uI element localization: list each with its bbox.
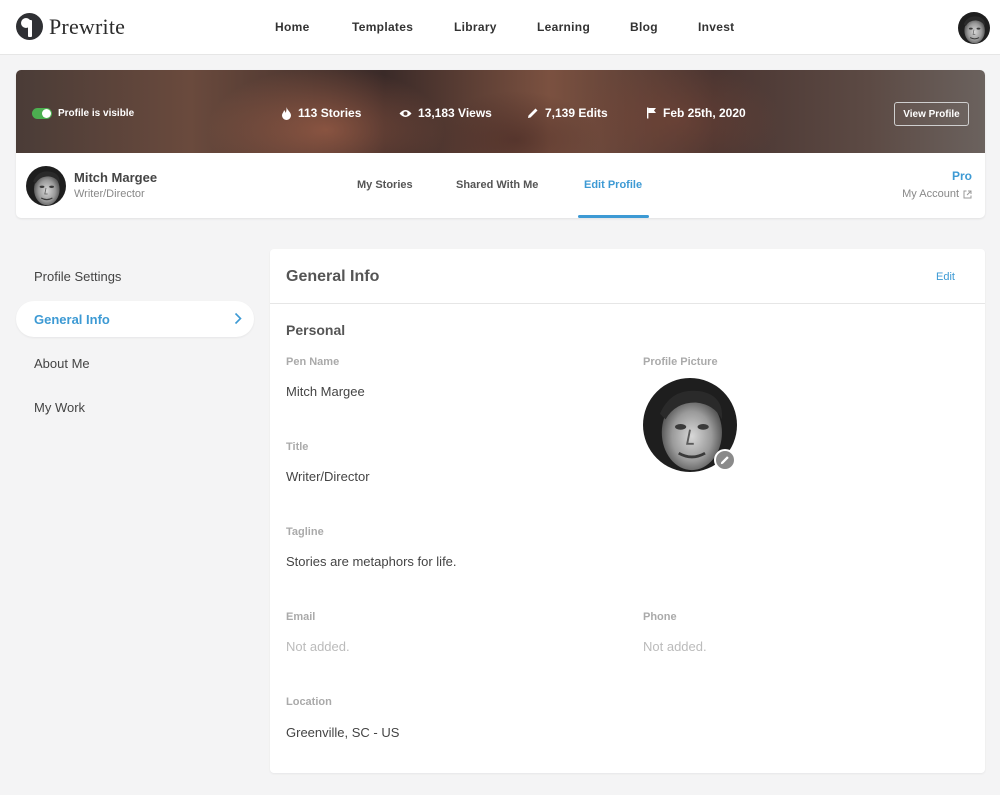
panel-title: General Info xyxy=(286,268,380,285)
profile-picture-label: Profile Picture xyxy=(643,356,718,368)
sidebar-item-label: About Me xyxy=(34,355,90,371)
plan-badge[interactable]: Pro xyxy=(952,169,972,183)
top-navbar: Prewrite Home Templates Library Learning… xyxy=(0,0,1000,55)
view-profile-button[interactable]: View Profile xyxy=(894,102,969,126)
eye-icon xyxy=(399,109,412,117)
general-info-panel: General Info Edit Personal Pen Name Mitc… xyxy=(270,249,985,773)
logo[interactable]: Prewrite xyxy=(16,13,125,40)
profile-avatar xyxy=(26,166,66,206)
nav-library[interactable]: Library xyxy=(454,20,497,34)
active-tab-indicator xyxy=(578,215,649,218)
sidebar-item-label: My Work xyxy=(34,399,86,415)
tagline-label: Tagline xyxy=(286,526,324,538)
logo-text: Prewrite xyxy=(49,13,126,39)
stat-stories: 113 Stories xyxy=(281,106,361,120)
edit-button[interactable]: Edit xyxy=(936,271,955,283)
my-account-label: My Account xyxy=(902,188,959,200)
user-avatar[interactable] xyxy=(958,12,990,44)
phone-value: Not added. xyxy=(643,639,707,654)
pen-name-label: Pen Name xyxy=(286,356,340,368)
nav-home[interactable]: Home xyxy=(275,20,310,34)
profile-picture xyxy=(643,378,737,472)
profile-header-card: Profile is visible 113 Stories 13,183 Vi… xyxy=(16,70,985,218)
prewrite-logo-icon xyxy=(16,13,43,40)
location-value: Greenville, SC - US xyxy=(286,725,400,740)
avatar-image xyxy=(26,166,66,206)
stat-joined: Feb 25th, 2020 xyxy=(646,106,746,120)
nav-invest[interactable]: Invest xyxy=(698,20,734,34)
chevron-right-icon xyxy=(234,312,242,325)
pencil-icon xyxy=(528,108,538,118)
email-label: Email xyxy=(286,611,316,623)
location-label: Location xyxy=(286,696,332,708)
profile-name: Mitch Margee xyxy=(74,170,158,185)
tab-edit-profile[interactable]: Edit Profile xyxy=(584,179,642,191)
views-count: 13,183 Views xyxy=(418,106,492,120)
title-label: Title xyxy=(286,441,309,453)
external-link-icon xyxy=(963,190,972,198)
my-account-link[interactable]: My Account xyxy=(902,188,972,200)
edits-count: 7,139 Edits xyxy=(545,106,608,120)
pen-name-value: Mitch Margee xyxy=(286,384,365,399)
phone-label: Phone xyxy=(643,611,677,623)
flag-icon xyxy=(647,107,656,119)
nav-links: Home Templates Library Learning Blog Inv… xyxy=(0,0,1000,55)
sidebar-item-profile-settings[interactable]: Profile Settings xyxy=(16,258,254,294)
sidebar-item-label: General Info xyxy=(34,311,110,327)
section-title: Personal xyxy=(286,322,346,338)
visibility-toggle[interactable] xyxy=(32,108,52,119)
pencil-icon xyxy=(720,456,729,465)
nav-blog[interactable]: Blog xyxy=(630,20,658,34)
sidebar-item-general-info[interactable]: General Info xyxy=(16,301,254,337)
sidebar-item-about-me[interactable]: About Me xyxy=(16,345,254,381)
email-value: Not added. xyxy=(286,639,350,654)
title-value: Writer/Director xyxy=(286,469,370,484)
tab-shared-with-me[interactable]: Shared With Me xyxy=(456,179,538,191)
panel-header: General Info Edit xyxy=(270,249,985,304)
stat-views: 13,183 Views xyxy=(399,106,492,120)
nav-learning[interactable]: Learning xyxy=(537,20,590,34)
tab-my-stories[interactable]: My Stories xyxy=(357,179,413,191)
profile-title: Writer/Director xyxy=(74,188,145,200)
joined-date: Feb 25th, 2020 xyxy=(663,106,746,120)
avatar-image xyxy=(958,12,990,44)
tagline-value: Stories are metaphors for life. xyxy=(286,554,457,569)
edit-picture-button[interactable] xyxy=(714,449,736,471)
profile-banner: Profile is visible 113 Stories 13,183 Vi… xyxy=(16,70,985,153)
sidebar-item-label: Profile Settings xyxy=(34,268,122,284)
visibility-label: Profile is visible xyxy=(58,108,135,119)
sidebar-item-my-work[interactable]: My Work xyxy=(16,389,254,425)
stat-edits: 7,139 Edits xyxy=(527,106,608,120)
flame-icon xyxy=(282,106,291,120)
nav-templates[interactable]: Templates xyxy=(352,20,413,34)
stories-count: 113 Stories xyxy=(298,106,362,120)
